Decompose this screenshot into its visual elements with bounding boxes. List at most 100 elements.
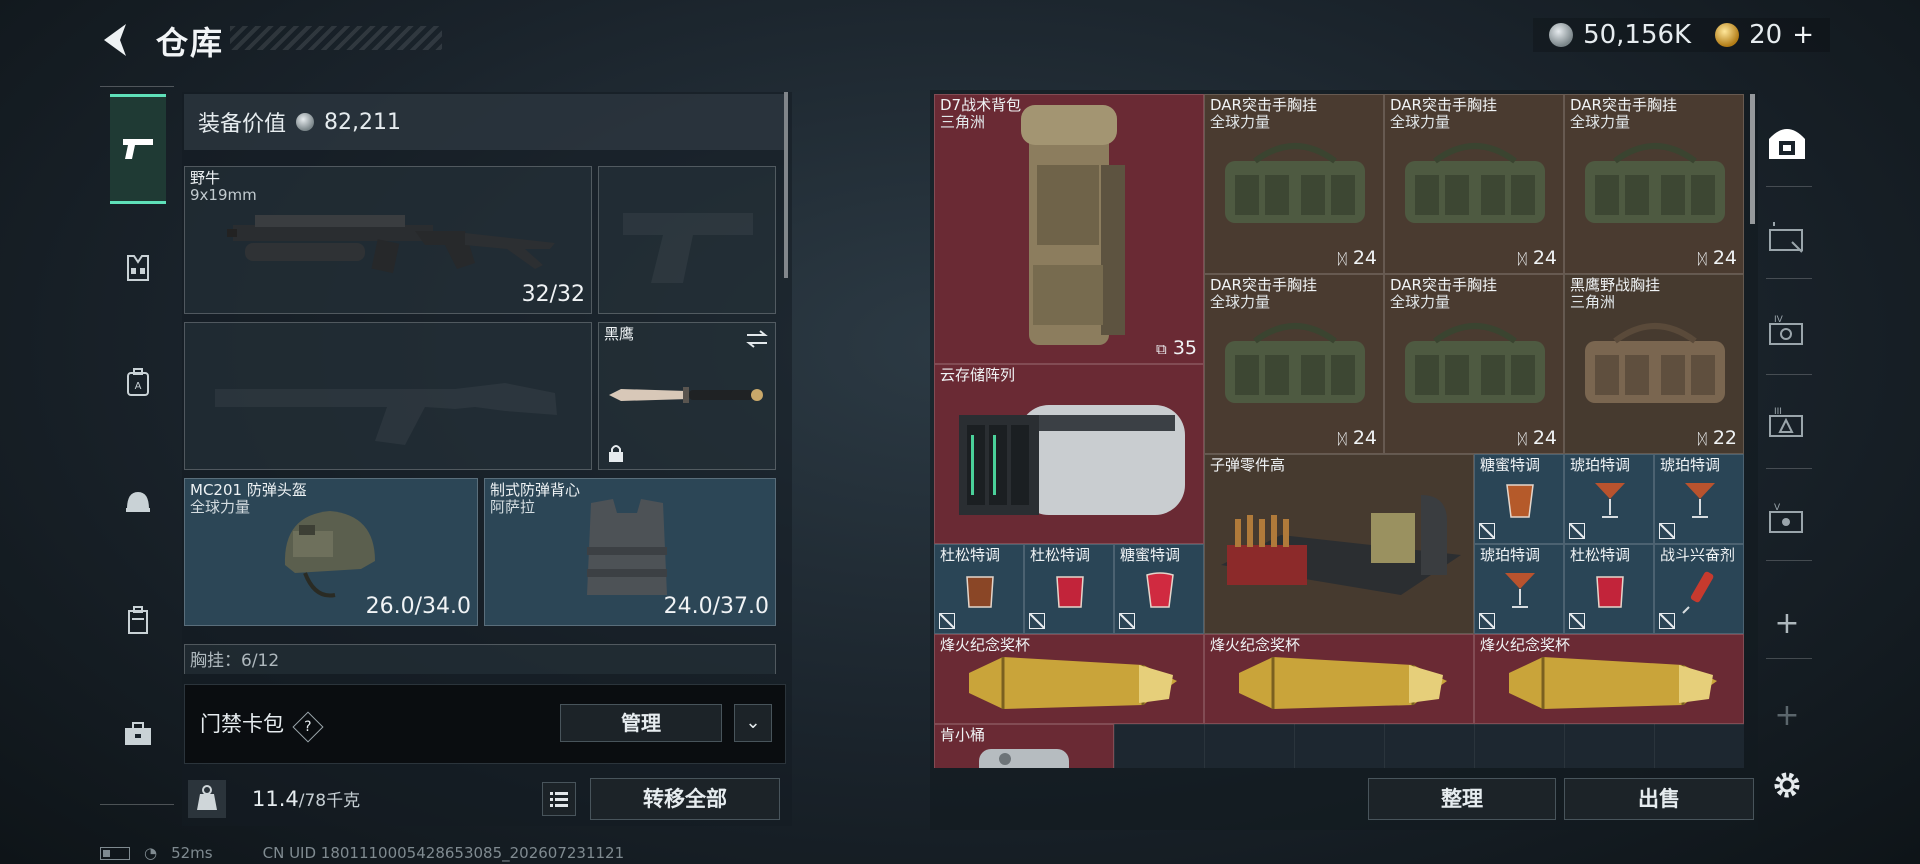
stash-item-trophy[interactable]: 烽火纪念奖杯	[1204, 634, 1474, 724]
stash-item-drink[interactable]: 糖蜜特调	[1474, 454, 1564, 544]
weight-capacity: /78千克	[298, 791, 361, 811]
chest-rig-image	[1225, 143, 1365, 223]
item-sub: 全球力量	[1390, 293, 1451, 311]
stash-item-backpack[interactable]: D7战术背包 三角洲 ⧉ 35	[934, 94, 1204, 364]
item-sub: 全球力量	[1210, 113, 1271, 131]
stash-item-storage-array[interactable]: 云存储阵列	[934, 364, 1204, 544]
cocktail-glass-icon	[1595, 483, 1625, 518]
case-icon	[128, 606, 148, 634]
weapon-ammo: 32/32	[521, 282, 585, 307]
item-name: 黑鹰野战胸挂	[1570, 276, 1661, 294]
stash-item-drink[interactable]: 杜松特调	[1564, 544, 1654, 634]
stash-item-drink[interactable]: 琥珀特调	[1474, 544, 1564, 634]
weapon-name: 野牛	[190, 169, 221, 187]
add-currency-button[interactable]: +	[1792, 20, 1814, 50]
equip-value-label: 装备价值	[198, 112, 287, 137]
list-icon	[550, 792, 568, 807]
secondary-weapon-slot[interactable]	[184, 322, 592, 470]
page-title: 仓库	[156, 24, 225, 62]
nav-case[interactable]	[110, 592, 166, 648]
stash-item-drink[interactable]: 琥珀特调	[1654, 454, 1744, 544]
stash-item-chest-rig[interactable]: DAR突击手胸挂 全球力量 ᛞ 24	[1204, 94, 1384, 274]
back-button[interactable]	[98, 20, 134, 60]
stash-scrollbar[interactable]	[1750, 94, 1755, 224]
no-insure-icon	[939, 613, 955, 629]
stash-item-chest-rig[interactable]: DAR突击手胸挂 全球力量 ᛞ 24	[1384, 94, 1564, 274]
helmet-image	[284, 511, 375, 598]
svg-text:A: A	[135, 381, 142, 392]
chest-rig-image	[1585, 323, 1725, 403]
item-name: 云存储阵列	[940, 366, 1016, 384]
safe-icon	[1769, 129, 1805, 159]
stash-item-chest-rig[interactable]: DAR突击手胸挂 全球力量 ᛞ 24	[1564, 94, 1744, 274]
item-name: 糖蜜特调	[1480, 456, 1541, 474]
gear-icon	[1774, 772, 1800, 798]
no-insure-icon	[1119, 613, 1135, 629]
stash-item-drink[interactable]: 琥珀特调	[1564, 454, 1654, 544]
lock-icon	[609, 445, 623, 462]
item-count: ᛞ 24	[1517, 427, 1557, 449]
keycard-label: 门禁卡包	[200, 712, 284, 736]
ping: 52ms	[171, 844, 213, 862]
helmet-slot[interactable]: MC201 防弹头盔 全球力量 26.0/34.0	[184, 478, 478, 626]
item-count: ᛞ 24	[1697, 247, 1737, 269]
stash-item-keg[interactable]: 肯小桶	[934, 724, 1114, 768]
item-name: DAR突击手胸挂	[1390, 276, 1497, 294]
chest-rig-image	[1405, 143, 1545, 223]
stash-item-drink[interactable]: 糖蜜特调	[1114, 544, 1204, 634]
sort-button[interactable]: 整理	[1368, 778, 1556, 820]
melee-slot[interactable]: 黑鹰	[598, 322, 776, 470]
stash-item-trophy[interactable]: 烽火纪念奖杯	[1474, 634, 1744, 724]
no-insure-icon	[1029, 613, 1045, 629]
plus-icon: +	[1774, 605, 1800, 641]
sell-button[interactable]: 出售	[1564, 778, 1754, 820]
armor-slot[interactable]: 制式防弹背心 阿萨拉 24.0/37.0	[484, 478, 776, 626]
glass-red-icon	[1596, 576, 1624, 608]
manage-button[interactable]: 管理	[560, 704, 722, 742]
keycard-label-group: 门禁卡包 ?	[200, 708, 324, 743]
help-icon[interactable]: ?	[292, 711, 324, 743]
nav-briefcase[interactable]	[110, 706, 166, 762]
nav-vest[interactable]	[110, 240, 166, 296]
nav-helmet[interactable]	[110, 474, 166, 530]
no-insure-icon	[1569, 523, 1585, 539]
stash-item-trophy[interactable]: 烽火纪念奖杯	[934, 634, 1204, 724]
settings-button[interactable]	[1760, 758, 1814, 812]
tab-storage-1[interactable]	[1760, 210, 1814, 264]
tab-safe[interactable]	[1760, 116, 1814, 170]
nav-weapons[interactable]	[110, 94, 166, 204]
chest-rig-slot[interactable]: 胸挂：6/12	[184, 644, 776, 674]
tab-storage-5[interactable]: V	[1760, 492, 1814, 546]
item-name: 战斗兴奋剂	[1660, 546, 1736, 564]
chevron-down-icon[interactable]: ⌄	[734, 704, 772, 742]
transfer-all-button[interactable]: 转移全部	[590, 778, 780, 820]
stash-item-stimulant[interactable]: 战斗兴奋剂	[1654, 544, 1744, 634]
stash-item-field-rig[interactable]: 黑鹰野战胸挂 三角洲 ᛞ 22	[1564, 274, 1744, 454]
list-view-button[interactable]	[542, 782, 576, 816]
vest-small-icon: ᛞ	[1337, 430, 1347, 448]
tab-i-icon	[1769, 222, 1803, 253]
add-tab-button-disabled[interactable]: +	[1760, 688, 1814, 742]
item-name: 琥珀特调	[1570, 456, 1631, 474]
stash-item-drink[interactable]: 杜松特调	[1024, 544, 1114, 634]
stash-item-chest-rig[interactable]: DAR突击手胸挂 全球力量 ᛞ 24	[1384, 274, 1564, 454]
item-sub: 全球力量	[1210, 293, 1271, 311]
title-decoration	[230, 26, 442, 50]
stash-tabs: IV III V + +	[1758, 90, 1818, 830]
glass-amber-icon	[966, 576, 994, 608]
sidearm-slot[interactable]	[598, 166, 776, 314]
item-name: DAR突击手胸挂	[1210, 276, 1317, 294]
chest-rig-image	[1585, 143, 1725, 223]
glass-red-icon	[1056, 576, 1084, 608]
equipment-scrollbar[interactable]	[784, 92, 788, 278]
chest-rig-image	[1405, 323, 1545, 403]
stash-item-chest-rig[interactable]: DAR突击手胸挂 全球力量 ᛞ 24	[1204, 274, 1384, 454]
stash-item-drink[interactable]: 杜松特调	[934, 544, 1024, 634]
nav-backpack[interactable]: A	[110, 354, 166, 410]
tab-storage-3[interactable]: III	[1760, 396, 1814, 450]
stash-item-ammo-parts[interactable]: 子弹零件高	[1204, 454, 1474, 634]
tab-storage-4[interactable]: IV	[1760, 304, 1814, 358]
primary-weapon-slot[interactable]: 野牛 9x19mm 32/32	[184, 166, 592, 314]
add-tab-button[interactable]: +	[1760, 596, 1814, 650]
swap-icon[interactable]	[745, 329, 769, 349]
